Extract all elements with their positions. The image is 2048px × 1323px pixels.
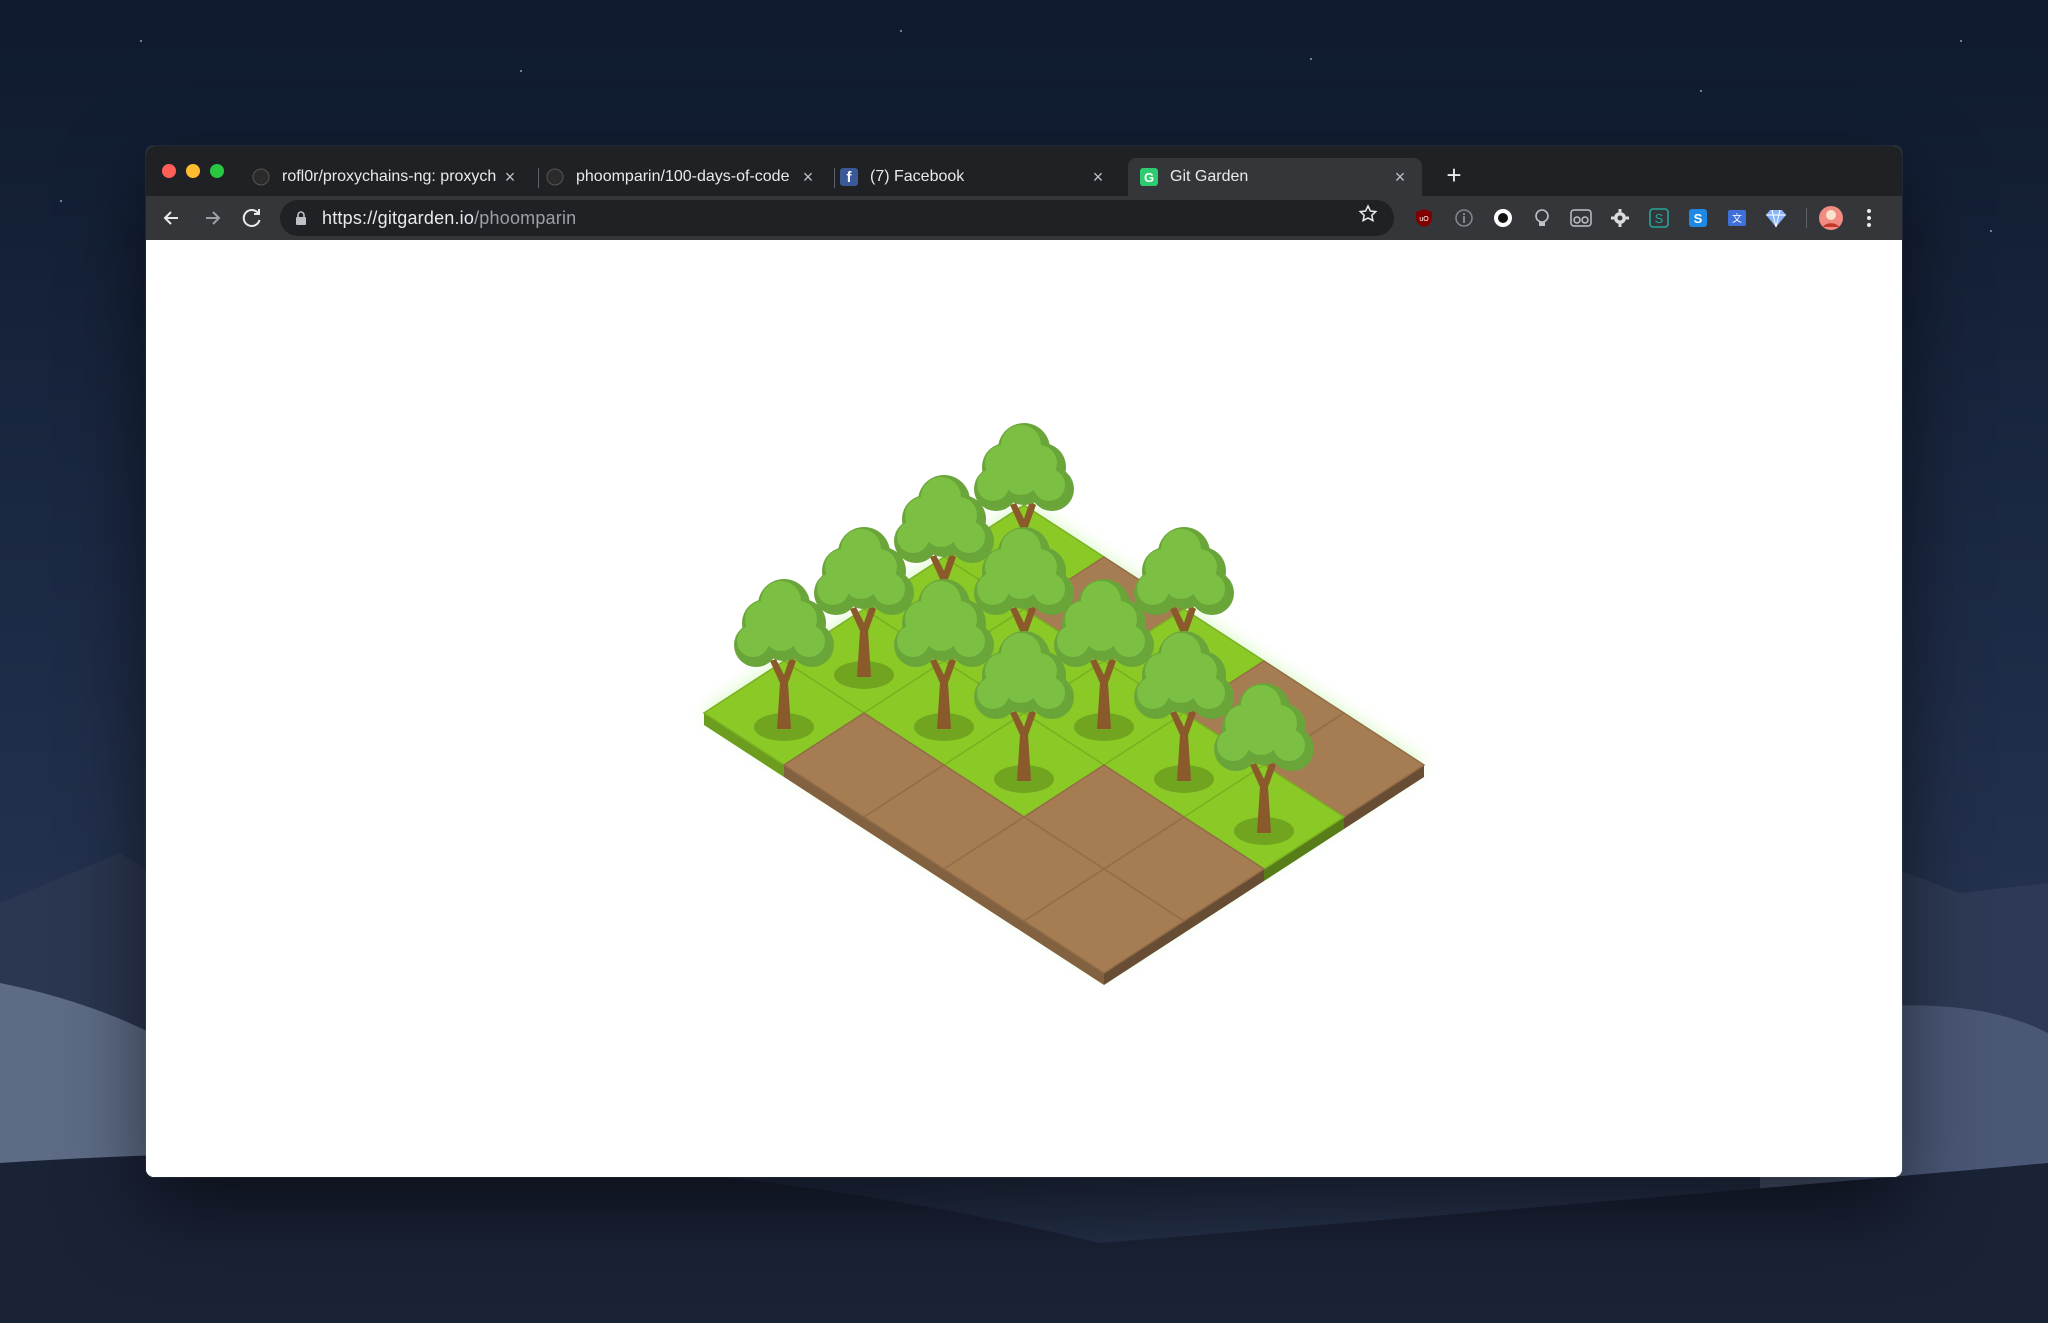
star-dot [1960, 40, 1962, 42]
reload-button[interactable] [238, 204, 266, 232]
arrow-right-icon [206, 211, 221, 225]
star-dot [900, 30, 902, 32]
facebook-icon: f [840, 168, 858, 186]
address-bar[interactable]: https://gitgarden.io/phoomparin [280, 200, 1394, 236]
tab-git-garden[interactable]: G Git Garden × [1128, 158, 1422, 196]
s-extension-icon[interactable]: S [1646, 205, 1672, 231]
toolbar-divider [1806, 208, 1807, 228]
tab-title: rofl0r/proxychains-ng: proxychains [282, 168, 496, 185]
lock-icon [296, 211, 306, 225]
star-dot [1700, 90, 1702, 92]
foliage-highlight [843, 563, 879, 599]
star-dot [1310, 58, 1312, 60]
svg-text:S: S [1655, 211, 1664, 226]
foliage-highlight [1243, 719, 1279, 755]
svg-text:文: 文 [1732, 212, 1742, 225]
foliage-highlight [1003, 459, 1039, 495]
close-tab-icon[interactable]: × [798, 167, 818, 187]
diamond-icon[interactable] [1763, 205, 1789, 231]
star-dot [520, 70, 522, 72]
arrow-left-icon [163, 211, 178, 225]
tab-proxychains[interactable]: rofl0r/proxychains-ng: proxychains × [252, 158, 532, 196]
menu-kebab-icon[interactable] [1856, 205, 1882, 231]
translate-icon[interactable]: 文 [1724, 205, 1750, 231]
tab-divider [538, 168, 539, 188]
svg-text:S: S [1694, 211, 1703, 226]
page-viewport [146, 240, 1902, 1177]
new-tab-button[interactable]: + [1442, 162, 1466, 188]
tab-divider [834, 168, 835, 188]
back-button[interactable] [158, 204, 186, 232]
url-path: /phoomparin [474, 208, 577, 228]
tab-title: phoomparin/100-days-of-code [576, 168, 790, 185]
minimize-window-button[interactable] [186, 164, 200, 178]
url-host: https://gitgarden.io [322, 208, 475, 228]
reload-icon [242, 209, 261, 227]
close-tab-icon[interactable]: × [1390, 167, 1410, 187]
tab-100-days-of-code[interactable]: phoomparin/100-days-of-code × [546, 158, 830, 196]
info-icon[interactable] [1451, 205, 1477, 231]
close-tab-icon[interactable]: × [500, 167, 520, 187]
foliage-highlight [1083, 615, 1119, 651]
profile-avatar[interactable] [1818, 205, 1844, 231]
browser-window: rofl0r/proxychains-ng: proxychains × pho… [146, 146, 1902, 1177]
close-window-button[interactable] [162, 164, 176, 178]
git-garden-icon: G [1140, 168, 1158, 186]
isometric-garden [702, 423, 1426, 985]
ublock-icon[interactable]: uO [1411, 205, 1437, 231]
foliage-highlight [923, 615, 959, 651]
foliage-highlight [763, 615, 799, 651]
star-dot [1990, 230, 1992, 232]
foliage-highlight [1163, 667, 1199, 703]
foliage-highlight [1163, 563, 1199, 599]
foliage-highlight [923, 511, 959, 547]
url-text: https://gitgarden.io/phoomparin [322, 200, 576, 236]
maximize-window-button[interactable] [210, 164, 224, 178]
record-icon[interactable] [1490, 205, 1516, 231]
tab-title: (7) Facebook [870, 168, 965, 185]
close-tab-icon[interactable]: × [1088, 167, 1108, 187]
bookmark-star-icon[interactable] [1354, 204, 1382, 232]
star-dot [60, 200, 62, 202]
github-icon [252, 168, 270, 186]
foliage-highlight [1003, 667, 1039, 703]
gear-icon[interactable] [1607, 205, 1633, 231]
tab-strip: rofl0r/proxychains-ng: proxychains × pho… [146, 146, 1902, 196]
svg-text:uO: uO [1419, 216, 1429, 223]
glasses-icon[interactable] [1568, 205, 1594, 231]
browser-toolbar: https://gitgarden.io/phoomparin uO S S 文 [146, 196, 1902, 240]
github-icon [546, 168, 564, 186]
forward-button[interactable] [198, 204, 226, 232]
foliage-highlight [1003, 563, 1039, 599]
lightbulb-icon[interactable] [1529, 205, 1555, 231]
s-blue-extension-icon[interactable]: S [1685, 205, 1711, 231]
tab-facebook[interactable]: f (7) Facebook × [840, 158, 1120, 196]
star-dot [140, 40, 142, 42]
tab-title: Git Garden [1170, 168, 1249, 185]
